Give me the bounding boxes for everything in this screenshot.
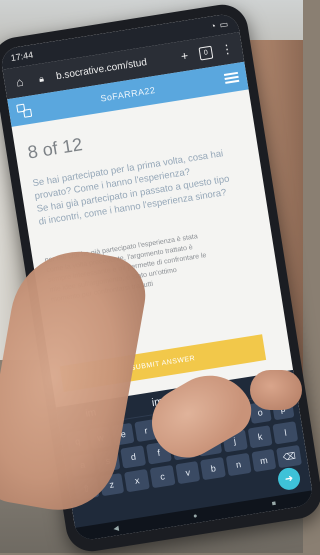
hamburger-menu-icon[interactable] [223, 71, 240, 84]
key[interactable]: b [200, 456, 226, 481]
enter-arrow-icon[interactable]: ➜ [276, 466, 302, 492]
lock-icon: 🔒︎ [38, 72, 45, 84]
room-name: SoFARRA22 [99, 85, 157, 104]
back-icon[interactable]: ◀ [113, 524, 119, 533]
key[interactable]: c [149, 464, 176, 489]
home-circle-icon[interactable]: ● [193, 512, 198, 520]
key[interactable]: x [124, 468, 150, 493]
tabs-button[interactable]: 0 [198, 45, 214, 61]
menu-dots-icon[interactable]: ⋮ [219, 41, 235, 57]
wifi-icon: ◔ [209, 20, 217, 32]
key[interactable]: n [225, 452, 252, 477]
key[interactable]: m [251, 448, 277, 473]
key[interactable]: d [120, 445, 147, 469]
recents-icon[interactable]: ■ [271, 500, 276, 508]
key[interactable]: v [175, 460, 201, 485]
new-tab-icon[interactable]: + [177, 48, 193, 64]
status-time: 17:44 [10, 49, 34, 64]
socrative-logo-icon [16, 103, 33, 119]
home-icon[interactable]: ⌂ [12, 74, 28, 90]
right-finger [250, 370, 302, 410]
battery-icon: ▭ [218, 18, 229, 30]
backspace-key[interactable]: ⌫ [276, 444, 303, 469]
key[interactable]: l [272, 421, 299, 445]
key[interactable]: k [247, 425, 273, 449]
